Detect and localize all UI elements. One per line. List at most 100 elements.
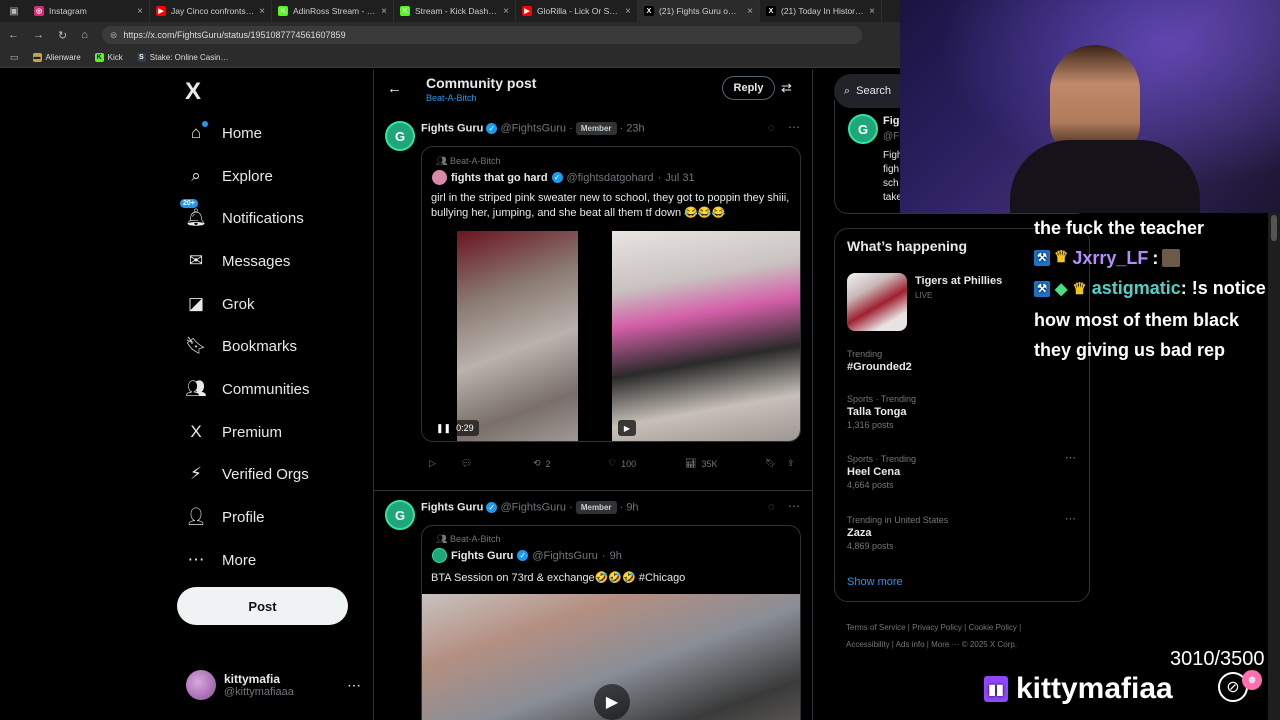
bookmark-stake[interactable]: S Stake: Online Casin… bbox=[136, 53, 228, 62]
back-icon[interactable]: ← bbox=[8, 29, 19, 41]
nav-item-more[interactable]: ⋯ More bbox=[186, 540, 257, 580]
footer-link[interactable]: Terms of Service bbox=[846, 623, 906, 632]
more-icon[interactable]: ⋯ bbox=[1065, 451, 1076, 464]
footer-link[interactable]: Accessibility bbox=[846, 640, 890, 649]
trend-item[interactable]: Sports · Trending Heel Cena 4,664 posts bbox=[847, 454, 916, 490]
nav-item-grok[interactable]: ◪ Grok bbox=[186, 284, 255, 324]
close-icon[interactable]: × bbox=[259, 6, 265, 17]
browser-tab[interactable]: X (21) Today In History c… × bbox=[760, 0, 882, 22]
like-button[interactable]: ♡ 100 bbox=[608, 458, 685, 469]
nav-item-premium[interactable]: X Premium bbox=[186, 412, 282, 452]
chat-username[interactable]: Jxrry_LF bbox=[1072, 243, 1148, 273]
nav-label: Messages bbox=[222, 252, 291, 270]
back-arrow-icon[interactable]: ← bbox=[387, 80, 402, 97]
kick-logo-icon: K bbox=[94, 53, 104, 62]
x-logo-icon[interactable]: X bbox=[185, 78, 201, 106]
nav-item-verified-orgs[interactable]: ⚡︎ Verified Orgs bbox=[186, 454, 309, 494]
forward-icon[interactable]: → bbox=[33, 29, 44, 41]
grok-icon[interactable]: ◌ bbox=[768, 122, 775, 134]
post-time[interactable]: 9h bbox=[626, 501, 638, 513]
chat-scrollbar[interactable] bbox=[1268, 213, 1280, 720]
event-title[interactable]: Tigers at Phillies bbox=[915, 275, 1002, 287]
footer-link[interactable]: Privacy Policy bbox=[912, 623, 962, 632]
browser-tab[interactable]: K Stream - Kick Dashboa… × bbox=[394, 0, 516, 22]
video-player[interactable]: ▶ bbox=[422, 594, 800, 720]
play-icon[interactable]: ▶ bbox=[594, 684, 630, 720]
play-circle-icon[interactable]: ▷ bbox=[429, 458, 461, 469]
trend-item[interactable]: Trending in United States Zaza 4,869 pos… bbox=[847, 515, 948, 551]
footer-link[interactable]: Cookie Policy bbox=[968, 623, 1016, 632]
close-icon[interactable]: × bbox=[869, 6, 875, 17]
quoted-post[interactable]: 👥︎ Beat-A-Bitch Fights Guru ✓ @FightsGur… bbox=[421, 525, 801, 720]
author-handle[interactable]: @FightsGuru bbox=[500, 122, 566, 134]
reply-button[interactable]: Reply bbox=[722, 76, 775, 100]
trend-item[interactable]: Trending #Grounded2 bbox=[847, 349, 912, 373]
nav-item-bookmarks[interactable]: 🔖︎ Bookmarks bbox=[185, 326, 297, 366]
nav-label: Explore bbox=[222, 167, 273, 185]
browser-tab[interactable]: ▶ Jay Cinco confronts Al… × bbox=[150, 0, 272, 22]
nav-item-explore[interactable]: ⌕ Explore bbox=[186, 156, 273, 196]
stake-logo-icon: S bbox=[136, 53, 146, 62]
close-icon[interactable]: × bbox=[625, 6, 631, 17]
browser-tab[interactable]: X (21) Fights Guru o… × bbox=[638, 0, 760, 22]
close-icon[interactable]: × bbox=[137, 6, 143, 17]
reply-icon[interactable]: 💬︎ bbox=[461, 458, 533, 469]
show-more-link[interactable]: Show more bbox=[847, 576, 903, 588]
video-player[interactable]: ❚❚ 0:29 ▶ bbox=[422, 231, 800, 441]
repost-button[interactable]: ⟲ 2 bbox=[533, 458, 608, 469]
bookmark-icon[interactable]: 🔖︎ bbox=[765, 458, 787, 469]
more-icon[interactable]: ⋯ bbox=[1065, 512, 1076, 525]
pause-icon[interactable]: ❚❚ bbox=[436, 423, 451, 434]
grok-icon[interactable]: ◌ bbox=[768, 501, 775, 513]
browser-tab[interactable]: K AdinRoss Stream - Wa… × bbox=[272, 0, 394, 22]
play-icon[interactable]: ▶ bbox=[618, 420, 636, 436]
author-handle[interactable]: @FightsGuru bbox=[500, 501, 566, 513]
nav-item-profile[interactable]: 👤︎ Profile bbox=[185, 497, 264, 537]
tab-favicon-icon: X bbox=[766, 6, 776, 16]
post-button[interactable]: Post bbox=[177, 587, 348, 625]
filter-icon[interactable]: ⇄ bbox=[781, 80, 792, 96]
close-icon[interactable]: × bbox=[747, 6, 753, 17]
post-time[interactable]: 23h bbox=[626, 122, 644, 134]
nav-item-messages[interactable]: ✉ Messages bbox=[186, 241, 291, 281]
post-item[interactable]: G Fights Guru ✓ @FightsGuru · Member · 9… bbox=[374, 491, 812, 720]
author-name[interactable]: Fights Guru bbox=[421, 501, 483, 513]
url-input[interactable]: ⊜ https://x.com/FightsGuru/status/195108… bbox=[101, 26, 862, 44]
quoted-post[interactable]: 👥︎ Beat-A-Bitch fights that go hard ✓ @f… bbox=[421, 146, 801, 442]
trend-item[interactable]: Sports · Trending Talla Tonga 1,316 post… bbox=[847, 394, 916, 430]
footer-link[interactable]: Ads info bbox=[896, 640, 925, 649]
browser-tab[interactable]: ◎ Instagram × bbox=[28, 0, 150, 22]
post-item[interactable]: G Fights Guru ✓ @FightsGuru · Member · 2… bbox=[374, 112, 812, 491]
bookmark-alienware[interactable]: ▬ Alienware bbox=[32, 53, 81, 62]
close-icon[interactable]: × bbox=[503, 6, 509, 17]
views-button[interactable]: 📊︎ 35K bbox=[685, 458, 765, 469]
avatar[interactable]: G bbox=[385, 500, 415, 530]
nav-item-communities[interactable]: 👥︎ Communities bbox=[185, 369, 309, 409]
member-badge: Member bbox=[575, 122, 617, 135]
more-icon[interactable]: ⋯ bbox=[788, 120, 800, 134]
close-icon[interactable]: × bbox=[381, 6, 387, 17]
nav-item-notifications[interactable]: 🔔︎ 20+ Notifications bbox=[180, 198, 304, 238]
share-icon[interactable]: ⇪ bbox=[787, 458, 795, 469]
video-timer[interactable]: ❚❚ 0:29 bbox=[431, 420, 479, 436]
account-switcher[interactable]: kittymafia @kittymafiaaa ⋯ bbox=[186, 668, 361, 702]
avatar[interactable]: G bbox=[385, 121, 415, 151]
streamer-shirt bbox=[1010, 140, 1200, 213]
footer-link[interactable]: More ··· bbox=[931, 640, 959, 649]
avatar: G bbox=[848, 114, 878, 144]
more-icon[interactable]: ⋯ bbox=[788, 499, 800, 513]
tab-actions-icon[interactable]: ▣ bbox=[0, 0, 28, 22]
event-thumbnail[interactable] bbox=[847, 273, 907, 331]
reading-list-icon[interactable]: ▭ bbox=[10, 52, 19, 63]
author-name[interactable]: Fights Guru bbox=[421, 122, 483, 134]
home-icon[interactable]: ⌂ bbox=[81, 29, 88, 41]
bookmark-kick[interactable]: K Kick bbox=[94, 53, 123, 62]
more-icon[interactable]: ⋯ bbox=[347, 677, 361, 694]
more-icon: ⋯ bbox=[187, 550, 205, 569]
community-link[interactable]: Beat-A-Bitch bbox=[426, 93, 477, 103]
chat-username[interactable]: astigmatic bbox=[1092, 278, 1181, 298]
nav-item-home[interactable]: ⌂ Home bbox=[186, 113, 262, 153]
site-info-icon[interactable]: ⊜ bbox=[110, 30, 118, 41]
browser-tab[interactable]: ▶ GloRilla - Lick Or Sum … × bbox=[516, 0, 638, 22]
reload-icon[interactable]: ↻ bbox=[58, 29, 67, 42]
